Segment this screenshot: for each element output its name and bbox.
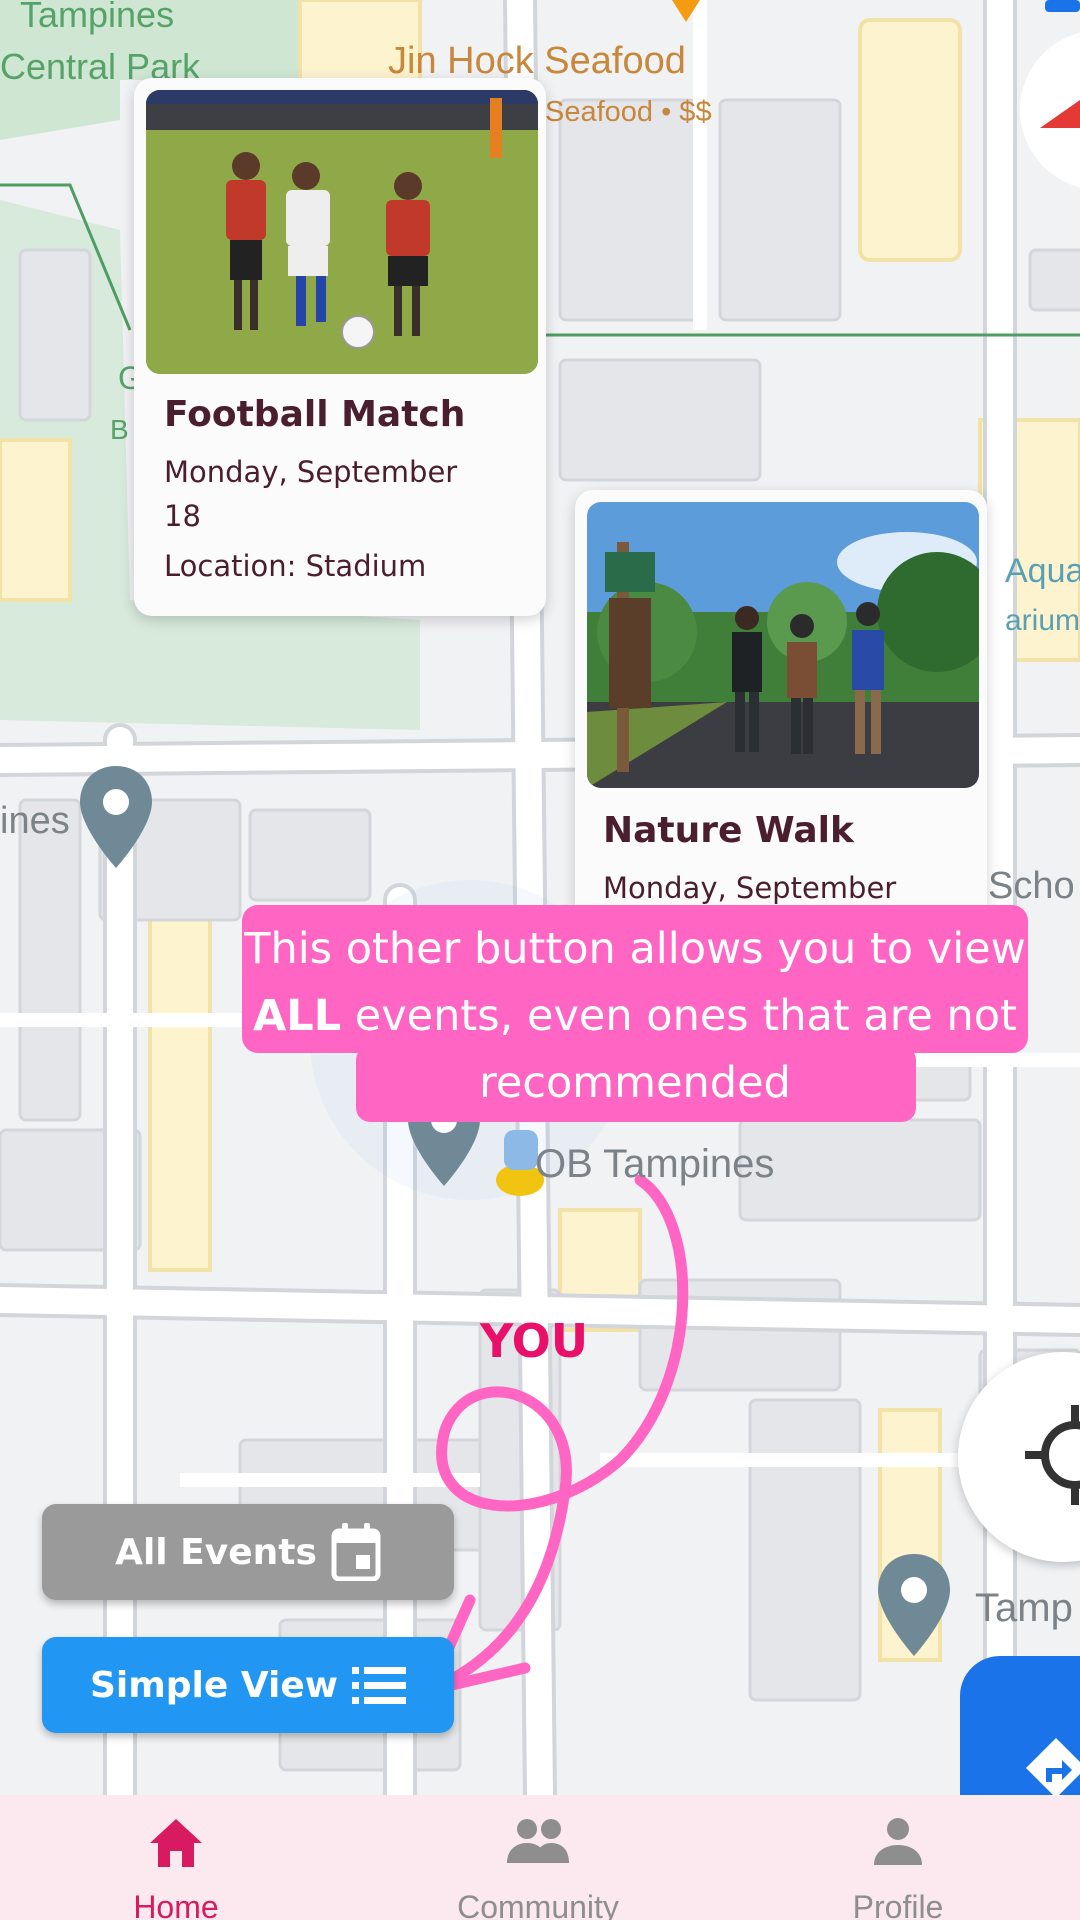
event-date-line2: 18: [164, 499, 201, 533]
list-icon: [352, 1667, 407, 1704]
calendar-icon: [331, 1523, 381, 1581]
event-card-nature-walk[interactable]: Nature Walk Monday, September: [575, 490, 987, 950]
all-events-button[interactable]: All Events: [42, 1504, 454, 1600]
simple-view-label: Simple View: [89, 1664, 339, 1706]
people-icon: [507, 1819, 569, 1863]
nav-home[interactable]: Home: [26, 1795, 326, 1920]
map-label-restaurant[interactable]: Jin Hock Seafood: [388, 40, 686, 83]
map-label-park: Tampines: [20, 0, 175, 35]
home-icon: [150, 1819, 202, 1867]
nav-profile[interactable]: Profile: [748, 1795, 1048, 1920]
event-date: Monday, September: [603, 871, 897, 905]
map-label-right: Tamp: [975, 1586, 1073, 1630]
tooltip-text: This other button allows you to view ALL…: [242, 916, 1028, 1117]
simple-view-button[interactable]: Simple View: [42, 1637, 454, 1733]
all-events-label: All Events: [115, 1531, 317, 1573]
event-location: Location: Stadium: [164, 549, 427, 583]
map-label-school: Scho: [988, 865, 1075, 907]
nav-profile-label: Profile: [852, 1889, 944, 1920]
map-label-restaurant-sub: Seafood • $$: [545, 96, 712, 128]
event-title: Football Match: [164, 394, 466, 435]
tooltip-text-part: events, even ones that are not recommend…: [341, 991, 1017, 1108]
map-label-aquarium-2: arium: [1005, 604, 1080, 637]
map-label-place[interactable]: OB Tampines: [535, 1142, 774, 1187]
nav-community-label: Community: [457, 1889, 619, 1920]
event-photo-nature-walk: [587, 502, 979, 788]
map-label-left: ines: [0, 800, 70, 842]
map-pin-icon[interactable]: [76, 762, 156, 872]
event-title: Nature Walk: [603, 810, 854, 851]
bottom-navigation: Home Community Profile: [0, 1795, 1080, 1920]
event-date: Monday, September: [164, 455, 458, 489]
tooltip-text-bold: ALL: [253, 991, 342, 1041]
nav-community[interactable]: Community: [388, 1795, 688, 1920]
event-card-football[interactable]: Football Match Monday, September 18 Loca…: [134, 78, 546, 616]
app-screen: Tampines Central Park Jin Hock Seafood S…: [0, 0, 1080, 1920]
nav-home-label: Home: [133, 1889, 219, 1920]
event-photo-football: [146, 90, 538, 374]
map-pin-icon[interactable]: [874, 1550, 954, 1660]
map-label-park-letter-2: B: [110, 414, 129, 445]
map-label-aquarium: Aquar: [1005, 552, 1080, 590]
person-icon: [874, 1818, 922, 1865]
user-location-label: YOU: [480, 1314, 589, 1368]
crosshair-icon: [1025, 1405, 1080, 1505]
tooltip-text-part: This other button allows you to view: [244, 924, 1026, 974]
